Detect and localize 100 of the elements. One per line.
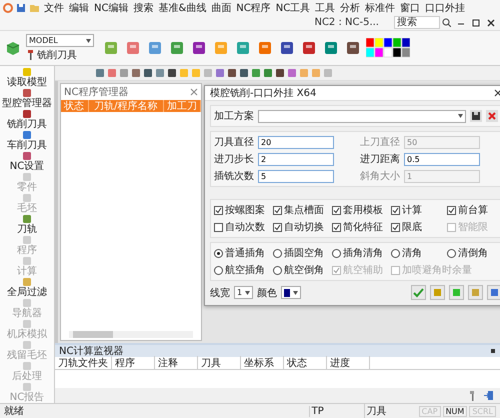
- search-icon[interactable]: [442, 18, 451, 27]
- status-cell: 刀具: [364, 404, 417, 418]
- radio-button[interactable]: [214, 248, 223, 258]
- menu-item[interactable]: NC程序: [235, 1, 272, 15]
- square-icon: [22, 172, 32, 182]
- tool-icon[interactable]: [26, 50, 35, 60]
- square-icon: [22, 88, 32, 98]
- color-dropdown[interactable]: [281, 286, 302, 299]
- menu-item[interactable]: NC工具: [274, 1, 312, 15]
- search-field[interactable]: 搜索: [394, 16, 440, 29]
- confirm-button[interactable]: [411, 285, 426, 300]
- delete-icon[interactable]: [486, 110, 498, 122]
- pin-icon[interactable]: [490, 348, 496, 354]
- line-width-dropdown[interactable]: 1: [234, 286, 254, 299]
- checkbox[interactable]: [214, 222, 223, 232]
- column-header[interactable]: 注释: [155, 356, 198, 370]
- radio-button[interactable]: [332, 248, 341, 258]
- option-label: 加喷避角时余量: [402, 264, 472, 277]
- radio-button[interactable]: [447, 248, 456, 258]
- menu-item[interactable]: 基准&曲线: [157, 1, 208, 15]
- sidebar-item[interactable]: NC设置: [10, 151, 44, 172]
- menu-item[interactable]: 工具: [314, 1, 336, 15]
- checkbox[interactable]: [391, 206, 400, 214]
- exit-icon[interactable]: [483, 390, 494, 401]
- checkbox[interactable]: [332, 206, 341, 214]
- menu-item[interactable]: 搜索: [132, 1, 154, 15]
- toolbar-icon[interactable]: [300, 39, 318, 57]
- option-label: 清倒角: [458, 246, 488, 260]
- field-label: 进刀步长: [214, 152, 254, 166]
- menu-item[interactable]: 标准件: [364, 1, 396, 15]
- maximize-icon[interactable]: [471, 18, 481, 28]
- cube-icon[interactable]: [4, 39, 22, 57]
- field-label: 斜角大小: [360, 170, 400, 183]
- panel-title: NC程序管理器: [64, 86, 128, 99]
- window-title: NC2 : NC-5...: [314, 17, 379, 28]
- toolbar-icon[interactable]: [344, 39, 362, 57]
- model-select[interactable]: MODEL: [26, 34, 94, 47]
- square-icon: [22, 151, 32, 161]
- app-logo-icon[interactable]: [3, 3, 13, 13]
- sidebar-item[interactable]: 读取模型: [7, 67, 47, 88]
- column-header[interactable]: 程序: [112, 356, 155, 370]
- square-icon: [22, 340, 32, 350]
- field-label: 加工方案: [214, 110, 254, 123]
- checkbox[interactable]: [391, 222, 400, 232]
- option-label: 插角清角: [343, 246, 383, 260]
- sidebar-item[interactable]: 车削刀具: [7, 130, 47, 151]
- input-field[interactable]: 0.5: [404, 152, 480, 166]
- menu-item[interactable]: 口口外挂: [424, 1, 466, 15]
- square-icon: [22, 235, 32, 245]
- palette-drawing[interactable]: [366, 38, 410, 58]
- field-label: 线宽: [210, 286, 230, 300]
- dialog-tool-button[interactable]: [487, 285, 500, 300]
- scrollbar[interactable]: [73, 331, 113, 338]
- sidebar-item[interactable]: 全局过滤: [7, 277, 47, 298]
- option-label: 套用模板: [343, 204, 383, 217]
- input-field[interactable]: 2: [258, 152, 334, 166]
- caret-icon: [86, 38, 91, 42]
- close-icon[interactable]: [494, 89, 500, 97]
- checkbox[interactable]: [273, 222, 282, 232]
- menu-item[interactable]: NC编辑: [93, 1, 130, 15]
- checkbox[interactable]: [447, 206, 456, 214]
- checkbox[interactable]: [214, 206, 223, 214]
- save-icon[interactable]: [470, 110, 482, 122]
- checkbox[interactable]: [332, 222, 341, 232]
- radio-button[interactable]: [273, 266, 282, 274]
- menu-item[interactable]: 窗口: [399, 1, 422, 15]
- option-label: 按螺图案: [225, 204, 265, 217]
- column-header[interactable]: 坐标系: [241, 356, 284, 370]
- tool-label: 铣削刀具: [37, 48, 77, 62]
- column-header[interactable]: 刀轨文件夹: [55, 356, 112, 370]
- column-header[interactable]: 状态: [284, 356, 327, 370]
- menu-item[interactable]: 编辑: [68, 1, 90, 15]
- square-icon: [22, 130, 32, 140]
- close-icon[interactable]: [486, 18, 496, 28]
- square-icon: [22, 298, 32, 308]
- caret-icon: [458, 114, 463, 118]
- radio-button[interactable]: [273, 248, 282, 258]
- input-field[interactable]: 5: [258, 170, 334, 182]
- toolbar-icon[interactable]: [278, 39, 296, 57]
- sidebar-item[interactable]: 刀轨: [17, 214, 37, 235]
- column-header[interactable]: 进度: [327, 356, 370, 370]
- sidebar-item[interactable]: 铣削刀具: [7, 109, 47, 130]
- column-header[interactable]: 刀具: [198, 356, 241, 370]
- option-label: 自动次数: [225, 221, 265, 234]
- radio-button[interactable]: [391, 248, 400, 258]
- menu-item[interactable]: 曲面: [210, 1, 232, 15]
- dialog-title: 模腔铣削-口口外挂 X64: [210, 86, 316, 100]
- option-label: 计算: [402, 204, 422, 217]
- radio-button[interactable]: [214, 266, 223, 274]
- menu-item[interactable]: 文件: [43, 1, 65, 15]
- input-field[interactable]: 20: [258, 136, 334, 148]
- checkbox[interactable]: [273, 206, 282, 214]
- sidebar-item[interactable]: 型腔管理器: [2, 88, 52, 109]
- toolbar-icon[interactable]: [190, 39, 208, 57]
- menu-item[interactable]: 分析: [339, 1, 362, 15]
- field-label: 颜色: [257, 286, 278, 300]
- option-label: 插圆空角: [284, 246, 324, 260]
- toolbar-icon[interactable]: [322, 39, 340, 57]
- save-icon[interactable]: [16, 3, 26, 13]
- option-label: 航空辅助: [343, 264, 383, 277]
